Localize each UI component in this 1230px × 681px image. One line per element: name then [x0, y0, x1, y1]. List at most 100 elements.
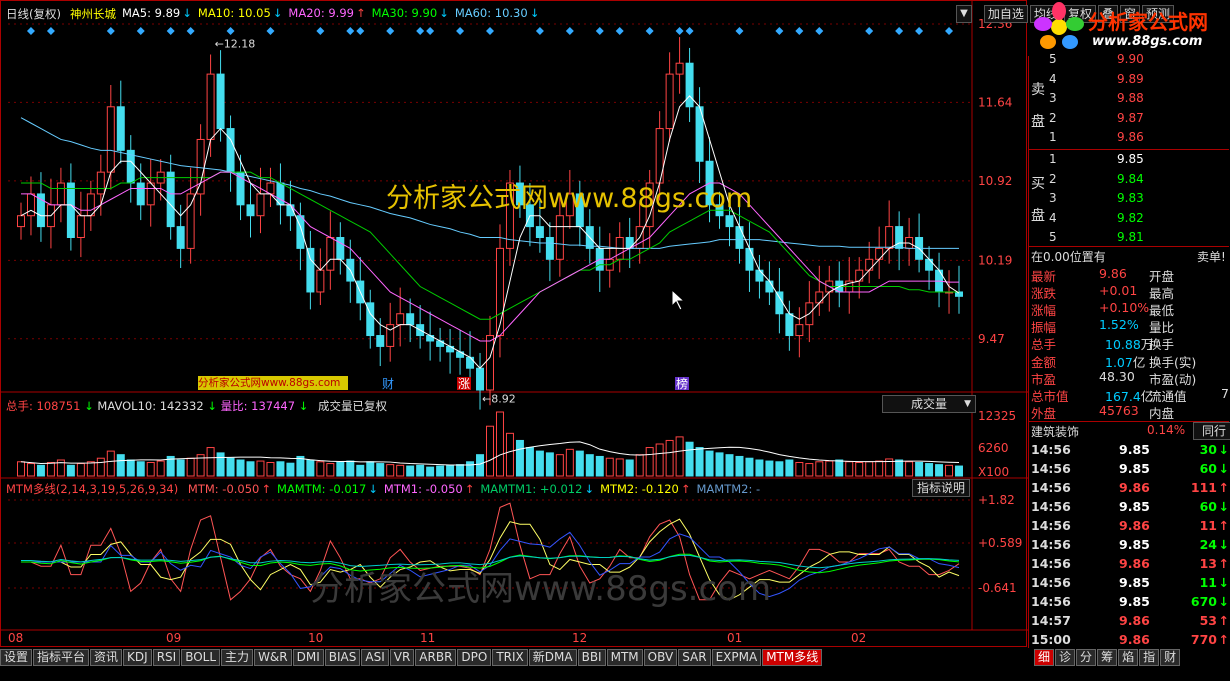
candle-body	[785, 313, 794, 337]
indicator-tab[interactable]: OBV	[643, 649, 678, 666]
quote-value: 48.30	[1099, 368, 1135, 384]
signal-diamond	[456, 27, 465, 35]
event-tag-bang[interactable]: 榜	[676, 376, 688, 391]
quote-row: 外盘 45763 内盘	[1029, 402, 1229, 421]
candle-body	[76, 215, 85, 238]
indicator-tab[interactable]: DPO	[457, 649, 492, 666]
indicator-tab[interactable]: 指标平台	[33, 649, 90, 666]
volume-indicator-select[interactable]: 成交量 ▼	[882, 395, 976, 413]
volume-bar	[256, 460, 265, 477]
candle-body	[725, 215, 734, 228]
indicator-tab[interactable]: 主力	[221, 649, 254, 666]
panel-tab[interactable]: 分	[1076, 649, 1097, 666]
candle-body	[855, 269, 864, 282]
buy-level-row[interactable]: 2 9.84	[1029, 172, 1229, 189]
volume-bar	[406, 465, 415, 477]
candle-body	[655, 128, 664, 184]
volume-bar	[845, 461, 854, 477]
buy-level-row[interactable]: 3 9.83	[1029, 191, 1229, 208]
sell-level-row[interactable]: 5 9.90	[1029, 52, 1229, 69]
indicator-tab[interactable]: ASI	[361, 649, 389, 666]
quote-key2: 内盘	[1149, 405, 1175, 421]
candle-body	[665, 73, 674, 130]
candle-body	[206, 73, 215, 140]
ma-legend: MA5: 9.89 ↓ MA10: 10.05 ↓ MA20: 9.99 ↑ MA30: 9…	[122, 6, 545, 20]
tick-row: 14:57 9.86 53 ↑	[1029, 613, 1229, 632]
volume-bar	[176, 459, 185, 477]
tick-volume: 13	[1199, 556, 1217, 571]
indicator-tab[interactable]: SAR	[678, 649, 711, 666]
quote-row: 涨跌 +0.01 最高	[1029, 283, 1229, 301]
volume-bar	[306, 459, 315, 477]
indicator-tab[interactable]: 新DMA	[528, 649, 577, 666]
indicator-tab[interactable]: MTM多线	[762, 649, 823, 666]
indicator-tab[interactable]: RSI	[152, 649, 181, 666]
peer-button[interactable]: 同行	[1193, 422, 1230, 440]
panel-tab[interactable]: 指	[1139, 649, 1160, 666]
tick-price: 9.85	[1119, 575, 1150, 590]
quote-value: 45763	[1099, 402, 1139, 418]
indicator-tab[interactable]: 设置	[0, 649, 33, 666]
indicator-tab[interactable]: TRIX	[492, 649, 528, 666]
indicator-tab[interactable]: BIAS	[324, 649, 361, 666]
tick-direction: ↑	[1218, 518, 1229, 533]
sell-level-row[interactable]: 1 9.86	[1029, 130, 1229, 147]
volume-tick-label: 6260	[978, 441, 1009, 455]
indicator-tab[interactable]: VR	[389, 649, 415, 666]
indicator-tabs: 设置 指标平台 资讯 KDJ RSI BOLL 主力 W&R DMI BIAS ASI VR ARBR D…	[0, 649, 1028, 667]
signal-diamond	[356, 27, 365, 35]
volume-bar	[555, 454, 564, 477]
chart-area[interactable]: 12.36 11.64 10.92 10.19 9.47 ←12.18 ←8.92 财涨榜 12…	[0, 0, 1028, 648]
indicator-tab[interactable]: KDJ	[123, 649, 152, 666]
tick-time: 15:00	[1031, 632, 1071, 647]
event-tag-cai[interactable]: 财	[382, 377, 394, 391]
sell-level-row[interactable]: 2 9.87	[1029, 111, 1229, 128]
panel-tab[interactable]: 财	[1160, 649, 1181, 666]
sell-level-row[interactable]: 3 9.88	[1029, 91, 1229, 108]
candle-body	[376, 335, 385, 347]
indicator-tab[interactable]: DMI	[292, 649, 324, 666]
volume-bar	[216, 452, 225, 477]
event-tag-zhang[interactable]: 涨	[458, 376, 470, 391]
tick-price: 9.86	[1119, 518, 1150, 533]
buy-level-row[interactable]: 5 9.81	[1029, 230, 1229, 247]
tick-direction: ↓	[1218, 594, 1229, 609]
header-button-0[interactable]: 加自选	[983, 5, 1028, 23]
indicator-tab[interactable]: BBI	[577, 649, 606, 666]
chevron-down-icon[interactable]: ▼	[956, 5, 972, 23]
indicator-tab[interactable]: W&R	[254, 649, 292, 666]
candle-body	[476, 367, 485, 391]
indicator-tab[interactable]: MTM	[606, 649, 643, 666]
level-number: 5	[1049, 230, 1057, 244]
indicator-tab[interactable]: ARBR	[415, 649, 457, 666]
indicator-tab[interactable]: BOLL	[181, 649, 221, 666]
panel-tab[interactable]: 细	[1034, 649, 1055, 666]
panel-tab[interactable]: 诊	[1055, 649, 1076, 666]
quote-value: +0.10%	[1099, 300, 1150, 316]
indicator-tab[interactable]: 资讯	[90, 649, 123, 666]
buy-level-row[interactable]: 4 9.82	[1029, 211, 1229, 228]
tick-time: 14:56	[1031, 518, 1071, 533]
panel-tab[interactable]: 焰	[1118, 649, 1139, 666]
tick-price: 9.85	[1119, 537, 1150, 552]
level-price: 9.84	[1117, 171, 1144, 186]
sell-level-row[interactable]: 4 9.89	[1029, 72, 1229, 89]
date-tick-label: 09	[166, 631, 181, 645]
panel-tab[interactable]: 筹	[1097, 649, 1118, 666]
price-tick-label: 11.64	[978, 95, 1012, 109]
buy-level-row[interactable]: 1 9.85	[1029, 152, 1229, 169]
period-label[interactable]: 日线(复权)	[6, 6, 61, 22]
tick-price: 9.86	[1119, 613, 1150, 628]
volume-bar	[486, 425, 494, 477]
kline-chart[interactable]: 12.3611.6410.9210.199.47←12.18←8.92财涨榜12…	[0, 0, 1028, 648]
tick-volume: 60	[1199, 461, 1217, 476]
indicator-tab[interactable]: EXPMA	[711, 649, 762, 666]
volume-ratio: 量比: 137447	[220, 399, 296, 413]
sector-name[interactable]: 建筑装饰	[1031, 423, 1079, 440]
signal-diamond	[615, 27, 624, 35]
indicator-help-button[interactable]: 指标说明	[912, 479, 971, 497]
logo-title: 分析家公式网	[1088, 10, 1208, 34]
volume-bar	[875, 460, 884, 477]
candle-body	[216, 73, 225, 130]
ma-legend-item: MA10: 10.05 ↓	[197, 6, 283, 20]
